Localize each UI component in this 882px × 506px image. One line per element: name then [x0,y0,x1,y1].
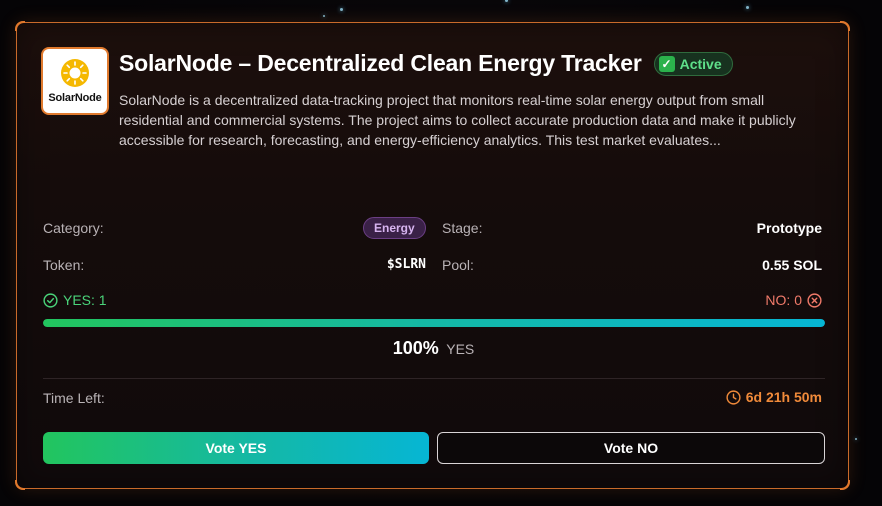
vote-progress-fill [43,319,825,327]
card-corner [840,480,850,490]
check-circle-icon [43,292,58,308]
page-background: SolarNode SolarNode – Decentralized Clea… [0,0,882,506]
project-logo: SolarNode [41,47,109,115]
card-corner [15,480,25,490]
project-title: SolarNode – Decentralized Clean Energy T… [119,50,642,76]
sun-icon [61,59,89,87]
card-corner [840,21,850,31]
vote-percentage-label: YES [446,341,475,357]
star-decoration [323,15,325,17]
time-left-value: 6d 21h 50m [726,389,822,405]
category-chip: Energy [363,217,426,239]
time-left-label: Time Left: [43,390,105,406]
stage-label: Stage: [442,220,483,236]
star-decoration [340,8,343,11]
status-badge-label: Active [679,55,722,72]
star-decoration [505,0,508,2]
token-label: Token: [43,257,85,273]
vote-progress-bar [43,319,825,327]
project-description: SolarNode is a decentralized data-tracki… [119,92,796,148]
no-count-text: NO: 0 [765,292,802,308]
clock-icon [726,389,741,405]
logo-wordmark: SolarNode [48,92,102,104]
star-decoration [746,6,749,9]
time-left-text: 6d 21h 50m [745,389,822,405]
no-count: NO: 0 [765,292,822,308]
vote-yes-button[interactable]: Vote YES [43,432,429,464]
yes-count-text: YES: 1 [63,292,107,308]
vote-percentage-value: 100% [392,338,439,358]
star-decoration [855,438,857,440]
category-label: Category: [43,220,104,236]
divider [43,378,825,379]
project-card: SolarNode SolarNode – Decentralized Clea… [15,21,850,490]
card-corner [15,21,25,31]
x-circle-icon [807,292,822,308]
checkmark-box-icon: ✓ [658,55,675,72]
title-row: SolarNode – Decentralized Clean Energy T… [119,50,733,77]
pool-value: 0.55 SOL [762,257,822,273]
pool-label: Pool: [442,257,474,273]
stage-value: Prototype [756,220,822,236]
yes-count: YES: 1 [43,292,107,308]
status-badge: ✓ Active [653,51,733,76]
vote-percentage: 100% YES [17,338,850,359]
vote-no-button[interactable]: Vote NO [437,432,825,464]
token-value: $SLRN [386,257,426,272]
